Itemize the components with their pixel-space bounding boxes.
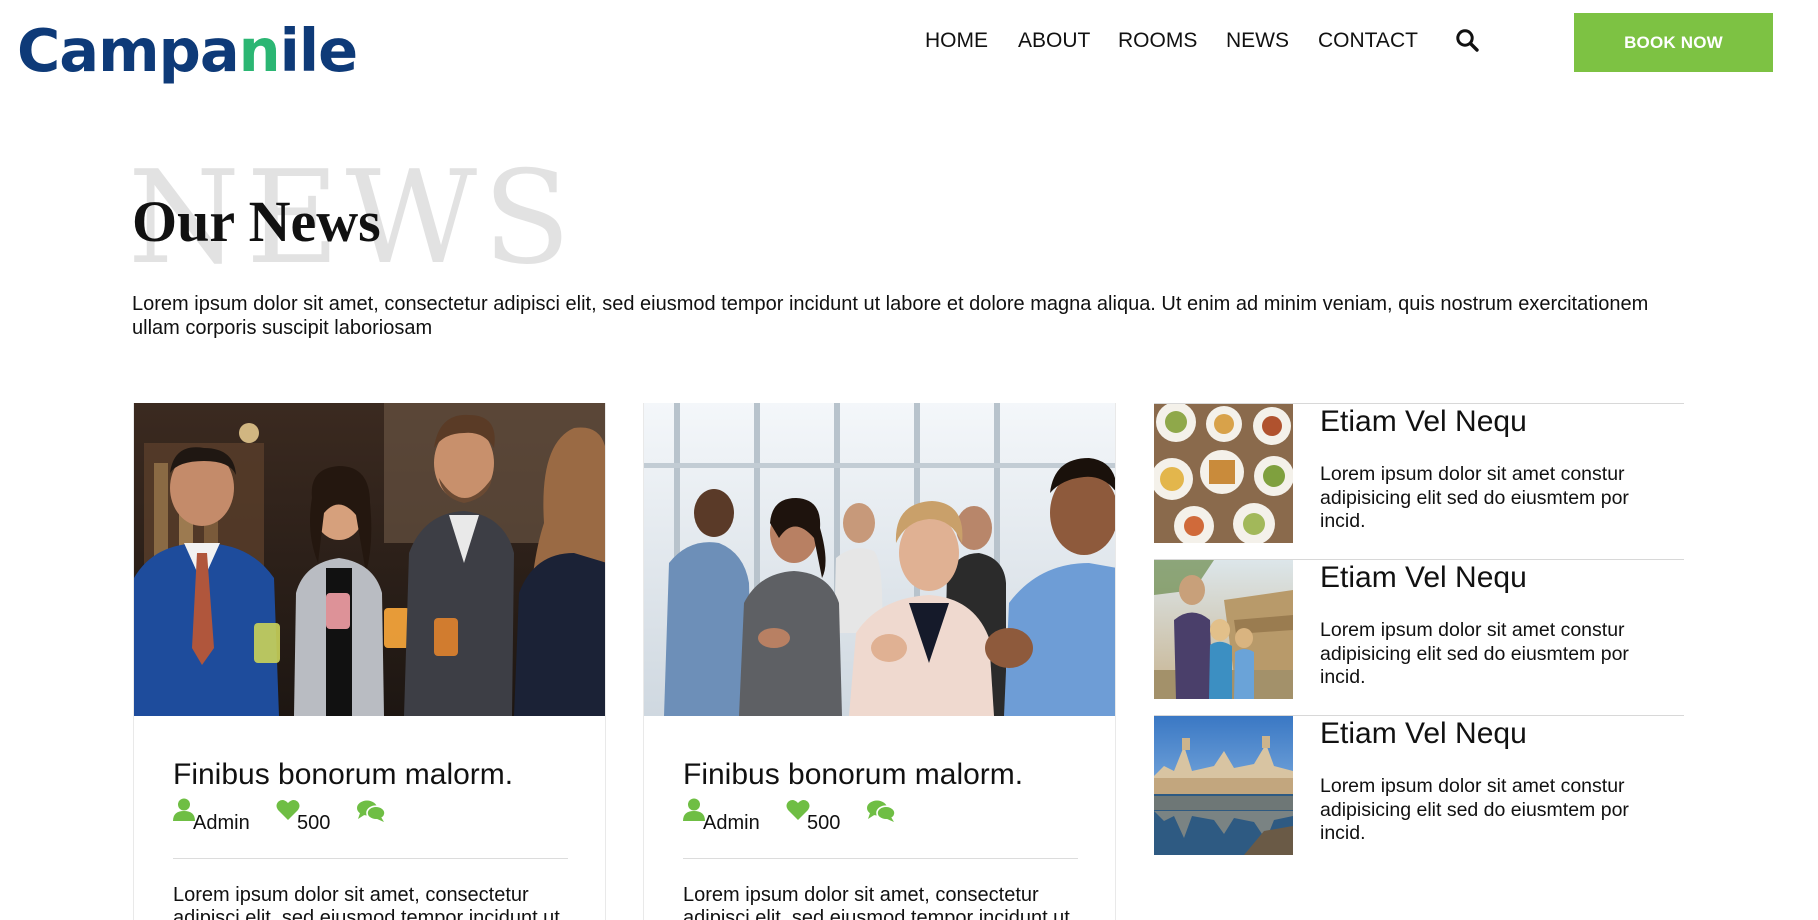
user-icon [173, 798, 195, 821]
side-post-text: Lorem ipsum dolor sit amet constur adipi… [1320, 463, 1629, 532]
card-image-business-people[interactable] [134, 403, 606, 716]
logo-door-shape [254, 61, 265, 76]
card-excerpt: Lorem ipsum dolor sit amet, consectetur … [683, 884, 1070, 920]
card-meta: Admin 500 [173, 798, 573, 836]
news-card[interactable]: Finibus bonorum malorm. Admin 500 Lorem … [643, 403, 1116, 920]
nav-contact[interactable]: CONTACT [1318, 24, 1418, 58]
side-post-title[interactable]: Etiam Vel Nequ [1320, 560, 1527, 596]
nav-home[interactable]: HOME [925, 24, 988, 58]
nav-news[interactable]: NEWS [1226, 24, 1289, 58]
nav-rooms[interactable]: ROOMS [1118, 24, 1197, 58]
card-image-audience-applauding[interactable] [644, 403, 1116, 716]
side-post-title[interactable]: Etiam Vel Nequ [1320, 404, 1527, 440]
logo-n-house-mark: n [239, 16, 281, 85]
side-post-thumb-food[interactable] [1154, 404, 1293, 543]
side-post-text: Lorem ipsum dolor sit amet constur adipi… [1320, 775, 1629, 844]
page-title: Our News [132, 189, 381, 254]
logo-text-start: Campa [17, 15, 240, 85]
card-title[interactable]: Finibus bonorum malorm. [683, 758, 1023, 792]
nav-about[interactable]: ABOUT [1018, 24, 1090, 58]
card-author: Admin [703, 812, 760, 834]
side-post-title[interactable]: Etiam Vel Nequ [1320, 716, 1527, 752]
comments-icon[interactable] [866, 799, 896, 823]
side-post-thumb-family-travel[interactable] [1154, 560, 1293, 699]
card-meta: Admin 500 [683, 798, 1083, 836]
card-title[interactable]: Finibus bonorum malorm. [173, 758, 513, 792]
card-likes: 500 [807, 812, 841, 834]
search-icon[interactable] [1455, 27, 1481, 55]
side-post[interactable]: Etiam Vel Nequ Lorem ipsum dolor sit ame… [1154, 403, 1684, 559]
card-divider [683, 858, 1078, 859]
section-intro: Lorem ipsum dolor sit amet, consectetur … [132, 293, 1649, 339]
side-post[interactable]: Etiam Vel Nequ Lorem ipsum dolor sit ame… [1154, 715, 1684, 871]
side-post-thumb-palace-reflection[interactable] [1154, 716, 1293, 855]
news-card[interactable]: Finibus bonorum malorm. Admin 500 Lorem … [133, 403, 606, 920]
side-post[interactable]: Etiam Vel Nequ Lorem ipsum dolor sit ame… [1154, 559, 1684, 715]
logo-text-end: ile [279, 15, 358, 85]
user-icon [683, 798, 705, 821]
card-author: Admin [193, 812, 250, 834]
card-likes: 500 [297, 812, 331, 834]
card-divider [173, 858, 568, 859]
campanile-logo[interactable]: Campa n ile [17, 10, 358, 90]
comments-icon[interactable] [356, 799, 386, 823]
book-now-button[interactable]: BOOK NOW [1574, 13, 1773, 72]
card-excerpt: Lorem ipsum dolor sit amet, consectetur … [173, 884, 560, 920]
side-post-text: Lorem ipsum dolor sit amet constur adipi… [1320, 619, 1629, 688]
